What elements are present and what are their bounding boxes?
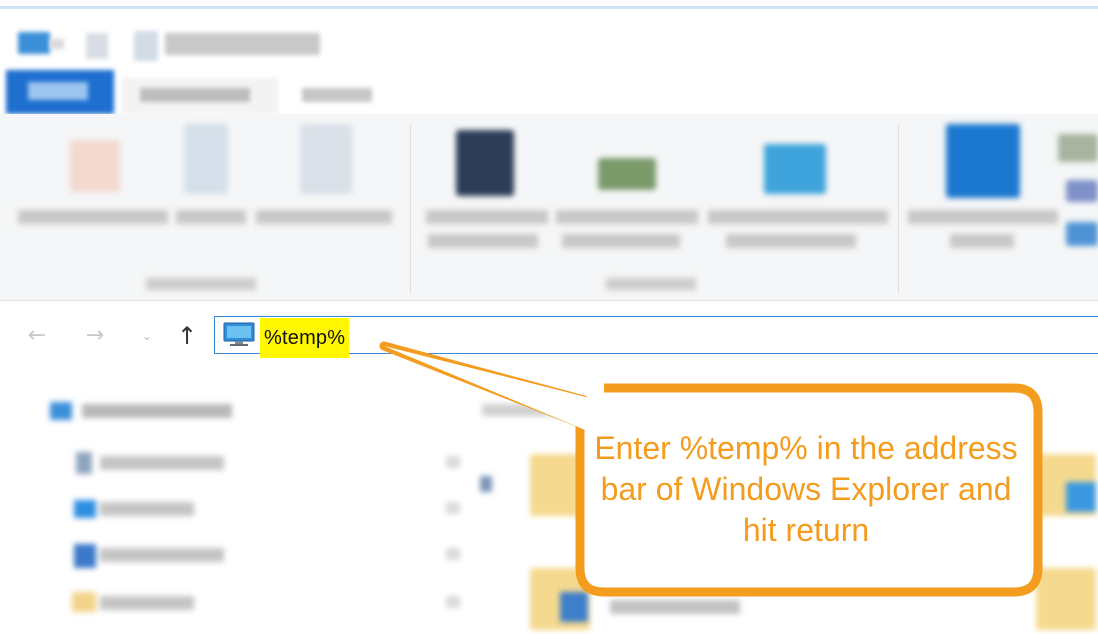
group-separator [410, 124, 411, 294]
ribbon-label [908, 210, 1058, 224]
recent-locations-icon[interactable]: ⌄ [132, 318, 162, 354]
window-title [165, 33, 320, 55]
navigation-pane [0, 372, 470, 634]
ribbon-label [176, 210, 246, 224]
document-icon [76, 452, 92, 474]
group-separator [898, 124, 899, 294]
tab-computer[interactable] [122, 78, 278, 114]
ribbon-group-title [146, 278, 256, 290]
folder-icon[interactable] [530, 454, 590, 516]
tab-file[interactable] [6, 70, 114, 114]
quick-access-star-icon [50, 402, 72, 420]
ribbon [0, 114, 1098, 300]
ribbon-group-title [606, 278, 696, 290]
desktop-overlay-icon [1066, 482, 1096, 512]
callout-text: Enter %temp% in the address bar of Windo… [594, 429, 1018, 548]
ribbon-label [562, 234, 680, 248]
ribbon-label [426, 210, 548, 224]
file-icon [480, 476, 492, 492]
sidebar-item-folder[interactable] [100, 596, 194, 610]
downloads-icon [74, 544, 96, 568]
sidebar-item-desktop[interactable] [100, 502, 194, 516]
properties-icon[interactable] [86, 33, 108, 59]
uninstall-icon[interactable] [1058, 134, 1098, 162]
title-bar [0, 9, 1098, 64]
pin-icon[interactable] [446, 502, 460, 514]
address-input[interactable]: %temp% [260, 318, 350, 358]
folder-icon [72, 592, 96, 612]
sidebar-item-downloads[interactable] [100, 548, 224, 562]
ribbon-label [256, 210, 392, 224]
this-pc-icon [223, 322, 255, 346]
new-folder-icon[interactable] [134, 31, 158, 61]
ribbon-label [726, 234, 856, 248]
folder-label [610, 600, 740, 614]
rename-icon[interactable] [300, 124, 352, 194]
forward-arrow-icon[interactable]: → [80, 318, 110, 354]
desktop-icon [74, 500, 96, 518]
up-arrow-icon[interactable]: ↑ [172, 318, 202, 354]
properties-icon[interactable] [70, 140, 120, 192]
sidebar-item-documents[interactable] [100, 456, 224, 470]
open-icon[interactable] [184, 124, 228, 194]
pin-icon[interactable] [446, 456, 460, 468]
download-overlay-icon [560, 592, 588, 622]
map-network-drive-icon[interactable] [598, 158, 656, 190]
ribbon-label [428, 234, 538, 248]
group-header [482, 404, 572, 416]
folder-icon[interactable] [1036, 568, 1096, 630]
quick-access-toolbar-icon[interactable] [50, 39, 64, 49]
ribbon-label [556, 210, 698, 224]
ribbon-label [18, 210, 168, 224]
ribbon-border [0, 300, 1098, 301]
pin-icon[interactable] [446, 596, 460, 608]
tab-view[interactable] [290, 78, 390, 114]
this-pc-icon [18, 32, 50, 54]
manage-icon[interactable] [1066, 222, 1098, 246]
system-properties-icon[interactable] [1066, 180, 1098, 202]
add-network-location-icon[interactable] [764, 144, 826, 194]
access-media-icon[interactable] [456, 130, 514, 196]
open-settings-icon[interactable] [946, 124, 1020, 198]
ribbon-label [950, 234, 1014, 248]
sidebar-item-quick-access[interactable] [82, 404, 232, 418]
pin-icon[interactable] [446, 548, 460, 560]
back-arrow-icon[interactable]: ← [22, 318, 52, 354]
ribbon-label [708, 210, 888, 224]
